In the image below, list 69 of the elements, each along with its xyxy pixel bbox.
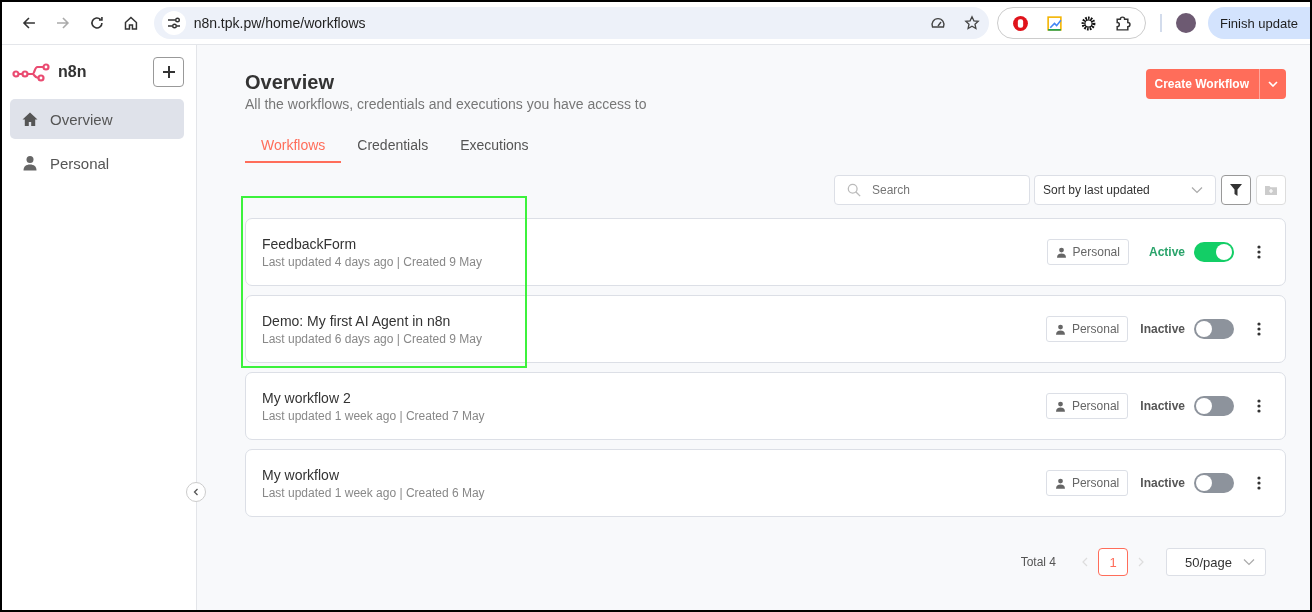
workflow-card[interactable]: FeedbackForm Last updated 4 days ago | Created 9 May Personal Active <box>245 218 1286 286</box>
avatar[interactable] <box>1176 13 1196 33</box>
address-bar[interactable]: n8n.tpk.pw/home/workflows <box>153 7 990 39</box>
active-toggle[interactable] <box>1194 396 1234 416</box>
active-toggle[interactable] <box>1194 242 1234 262</box>
total-count: Total 4 <box>1020 555 1056 569</box>
more-icon[interactable] <box>1257 322 1261 336</box>
sidebar-item[interactable]: Personal <box>10 143 184 183</box>
home-icon[interactable] <box>122 15 139 31</box>
project-badge: Personal <box>1046 239 1129 265</box>
user-icon <box>1055 246 1067 258</box>
logo-text: n8n <box>58 63 87 81</box>
workflow-meta: Last updated 4 days ago | Created 9 May <box>262 254 483 269</box>
logo-icon <box>12 62 52 82</box>
gauge-icon[interactable] <box>930 15 947 31</box>
active-toggle[interactable] <box>1194 473 1234 493</box>
workflow-name[interactable]: My workflow 2 <box>262 389 1046 406</box>
project-badge: Personal <box>1045 470 1129 496</box>
filter-icon <box>1230 184 1242 196</box>
reload-icon[interactable] <box>88 15 105 31</box>
more-icon[interactable] <box>1257 245 1261 259</box>
workflow-meta: Last updated 1 week ago | Created 7 May <box>262 408 486 423</box>
collapse-button[interactable] <box>186 482 206 502</box>
page-subtitle: All the workflows, credentials and executions you have access to <box>245 96 647 112</box>
chart-icon[interactable] <box>1046 14 1064 32</box>
gear-icon[interactable] <box>1080 14 1098 32</box>
page-title: Overview <box>245 71 335 94</box>
more-icon[interactable] <box>1257 476 1261 490</box>
finish-update-button[interactable]: Finish update <box>1207 7 1310 39</box>
tab[interactable]: Executions <box>444 137 545 163</box>
workflow-card[interactable]: My workflow Last updated 1 week ago | Created 6 May Personal Inactive <box>245 449 1286 517</box>
status-label: Inactive <box>1140 322 1185 336</box>
page-size-dropdown[interactable]: 50/page <box>1166 548 1266 576</box>
caret-icon <box>1268 81 1278 87</box>
more-icon[interactable] <box>1257 399 1261 413</box>
sidebar-item[interactable]: Overview <box>10 99 184 139</box>
home-icon <box>22 111 38 127</box>
sort-dropdown[interactable]: Sort by last updated <box>1034 175 1216 205</box>
chevron-down-icon <box>1191 186 1203 194</box>
workflow-name[interactable]: FeedbackForm <box>262 235 1047 252</box>
star-icon[interactable] <box>964 15 981 31</box>
plus-icon <box>162 66 175 78</box>
chevron-left-icon <box>192 488 200 496</box>
add-button[interactable] <box>153 57 184 87</box>
user-icon <box>1054 323 1066 335</box>
filter-button[interactable] <box>1221 175 1251 205</box>
workflow-meta: Last updated 1 week ago | Created 6 May <box>262 485 486 500</box>
workflow-name[interactable]: Demo: My first AI Agent in n8n <box>262 312 1046 329</box>
workflow-name[interactable]: My workflow <box>262 466 1046 483</box>
active-toggle[interactable] <box>1194 319 1234 339</box>
folder-plus-icon <box>1265 185 1277 195</box>
status-label: Active <box>1148 245 1185 259</box>
workflow-card[interactable]: My workflow 2 Last updated 1 week ago | Created 7 May Personal Inactive <box>245 372 1286 440</box>
chevron-down-icon <box>1243 558 1255 566</box>
workflow-meta: Last updated 6 days ago | Created 9 May <box>262 331 483 346</box>
puzzle-icon[interactable] <box>1114 14 1132 32</box>
project-badge: Personal <box>1045 393 1129 419</box>
status-label: Inactive <box>1140 399 1185 413</box>
user-icon <box>1054 477 1066 489</box>
project-badge: Personal <box>1045 316 1129 342</box>
tab[interactable]: Credentials <box>341 137 445 163</box>
status-label: Inactive <box>1140 476 1185 490</box>
search-icon <box>847 183 861 197</box>
user-icon <box>22 155 38 171</box>
workflow-card[interactable]: Demo: My first AI Agent in n8n Last updated 6 days ago | Created 9 May Personal Inactive <box>245 295 1286 363</box>
site-settings-icon[interactable] <box>161 11 186 35</box>
user-icon <box>1054 400 1066 412</box>
search-field[interactable]: Search <box>834 175 1030 205</box>
back-icon[interactable] <box>21 15 37 31</box>
